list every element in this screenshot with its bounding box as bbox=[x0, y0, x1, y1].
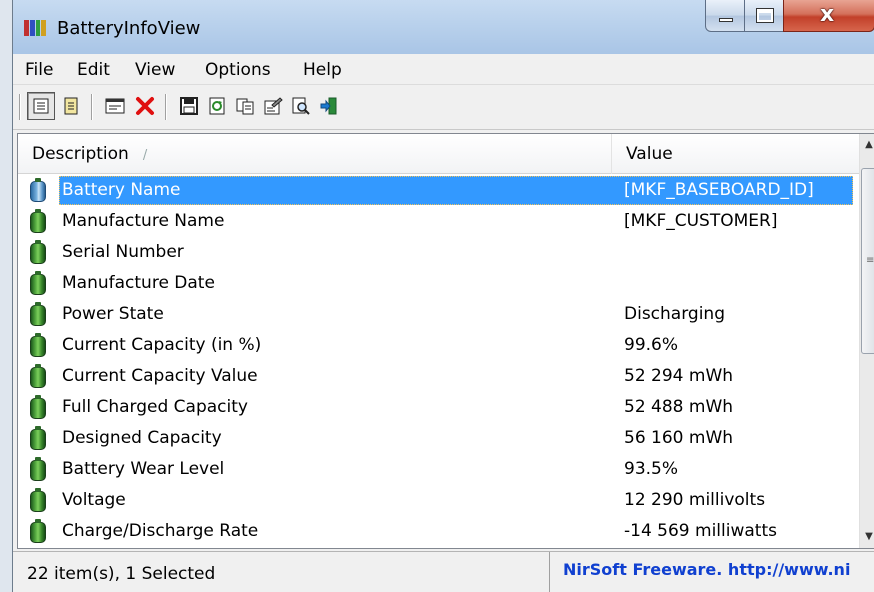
vertical-scrollbar[interactable]: ▲ ≡ ▼ bbox=[859, 134, 874, 548]
minimize-button[interactable] bbox=[705, 0, 745, 32]
battery-icon bbox=[30, 302, 46, 326]
column-description-label: Description bbox=[32, 144, 129, 164]
row-description: Manufacture Date bbox=[62, 273, 215, 293]
menu-options[interactable]: Options bbox=[205, 60, 271, 80]
menu-view[interactable]: View bbox=[135, 60, 175, 80]
scroll-up-icon[interactable]: ▲ bbox=[860, 134, 874, 156]
menu-file[interactable]: File bbox=[25, 60, 53, 80]
column-header-value[interactable]: Value bbox=[612, 134, 860, 174]
battery-icon bbox=[30, 178, 46, 202]
row-description: Serial Number bbox=[62, 242, 184, 262]
properties-window-icon[interactable] bbox=[101, 92, 129, 120]
grip-icon: ≡ bbox=[866, 255, 874, 266]
row-description: Manufacture Name bbox=[62, 211, 225, 231]
row-description: Full Charged Capacity bbox=[62, 397, 248, 417]
scrollbar-thumb[interactable]: ≡ bbox=[861, 168, 874, 354]
list-item[interactable]: Battery Name [MKF_BASEBOARD_ID] bbox=[18, 175, 860, 206]
row-description: Current Capacity (in %) bbox=[62, 335, 262, 355]
save-icon[interactable] bbox=[175, 92, 203, 120]
copy-icon[interactable] bbox=[231, 92, 259, 120]
status-divider bbox=[549, 552, 550, 592]
battery-icon bbox=[30, 426, 46, 450]
row-value: 12 290 millivolts bbox=[624, 490, 766, 510]
find-icon[interactable] bbox=[287, 92, 315, 120]
delete-icon[interactable] bbox=[131, 92, 159, 120]
menu-bar: File Edit View Options Help bbox=[13, 55, 874, 85]
battery-icon bbox=[30, 209, 46, 233]
maximize-icon bbox=[756, 8, 774, 23]
row-description: Current Capacity Value bbox=[62, 366, 258, 386]
list-item[interactable]: Battery Wear Level 93.5% bbox=[18, 454, 860, 485]
status-bar: 22 item(s), 1 Selected NirSoft Freeware.… bbox=[13, 551, 874, 592]
row-value: [MKF_CUSTOMER] bbox=[624, 211, 778, 231]
nirsoft-link[interactable]: NirSoft Freeware. http://www.ni bbox=[563, 560, 850, 579]
properties-icon[interactable] bbox=[259, 92, 287, 120]
scroll-down-icon[interactable]: ▼ bbox=[860, 526, 874, 548]
row-description: Battery Name bbox=[62, 180, 181, 200]
row-value: 52 488 mWh bbox=[624, 397, 734, 417]
list-item[interactable]: Current Capacity Value 52 294 mWh bbox=[18, 361, 860, 392]
row-description: Battery Wear Level bbox=[62, 459, 225, 479]
list-header: Description / Value bbox=[18, 134, 860, 174]
row-value: 56 160 mWh bbox=[624, 428, 734, 448]
status-item-count: 22 item(s), 1 Selected bbox=[27, 564, 216, 584]
toolbar bbox=[13, 86, 874, 130]
battery-icon bbox=[30, 519, 46, 543]
list-item[interactable]: Voltage 12 290 millivolts bbox=[18, 485, 860, 516]
row-value: 52 294 mWh bbox=[624, 366, 734, 386]
minimize-icon bbox=[719, 18, 733, 22]
exit-icon[interactable] bbox=[315, 92, 343, 120]
list-item[interactable]: Charge/Discharge Rate -14 569 milliwatts bbox=[18, 516, 860, 547]
battery-icon bbox=[30, 457, 46, 481]
row-description: Charge/Discharge Rate bbox=[62, 521, 259, 541]
row-description: Designed Capacity bbox=[62, 428, 222, 448]
list-item[interactable]: Full Charged Capacity 52 488 mWh bbox=[18, 392, 860, 423]
list-item[interactable]: Current Capacity (in %) 99.6% bbox=[18, 330, 860, 361]
toolbar-separator bbox=[165, 94, 167, 120]
list-item[interactable]: Serial Number bbox=[18, 237, 860, 268]
list-rows: Battery Name [MKF_BASEBOARD_ID] Manufactu… bbox=[18, 175, 860, 547]
list-item[interactable]: Manufacture Date bbox=[18, 268, 860, 299]
battery-icon bbox=[30, 364, 46, 388]
title-bar[interactable]: BatteryInfoView x bbox=[13, 0, 874, 54]
list-item[interactable]: Power State Discharging bbox=[18, 299, 860, 330]
app-window: BatteryInfoView x File Edit View Options… bbox=[12, 0, 874, 592]
row-description: Voltage bbox=[62, 490, 126, 510]
toolbar-separator bbox=[91, 94, 93, 120]
row-value: -14 569 milliwatts bbox=[624, 521, 777, 541]
maximize-button[interactable] bbox=[744, 0, 784, 32]
battery-icon bbox=[30, 271, 46, 295]
battery-log-icon[interactable] bbox=[57, 92, 85, 120]
row-value: 93.5% bbox=[624, 459, 679, 479]
column-header-description[interactable]: Description / bbox=[18, 134, 612, 174]
list-item[interactable]: Designed Capacity 56 160 mWh bbox=[18, 423, 860, 454]
row-value: Discharging bbox=[624, 304, 725, 324]
battery-icon bbox=[30, 488, 46, 512]
battery-info-mode-icon[interactable] bbox=[27, 92, 55, 120]
row-value: 99.6% bbox=[624, 335, 679, 355]
menu-help[interactable]: Help bbox=[303, 60, 342, 80]
list-item[interactable]: Manufacture Name [MKF_CUSTOMER] bbox=[18, 206, 860, 237]
close-button[interactable]: x bbox=[783, 0, 874, 32]
toolbar-separator bbox=[19, 94, 21, 120]
close-icon: x bbox=[820, 2, 835, 27]
battery-icon bbox=[30, 240, 46, 264]
sort-indicator-icon: / bbox=[142, 148, 148, 163]
menu-edit[interactable]: Edit bbox=[77, 60, 110, 80]
row-value: [MKF_BASEBOARD_ID] bbox=[624, 180, 814, 200]
refresh-icon[interactable] bbox=[203, 92, 231, 120]
battery-icon bbox=[30, 395, 46, 419]
column-value-label: Value bbox=[626, 144, 673, 164]
row-description: Power State bbox=[62, 304, 164, 324]
battery-info-list[interactable]: Description / Value Battery Name [MKF_BASE… bbox=[17, 133, 874, 549]
window-title: BatteryInfoView bbox=[57, 18, 201, 39]
battery-icon bbox=[30, 333, 46, 357]
app-icon bbox=[24, 20, 46, 36]
